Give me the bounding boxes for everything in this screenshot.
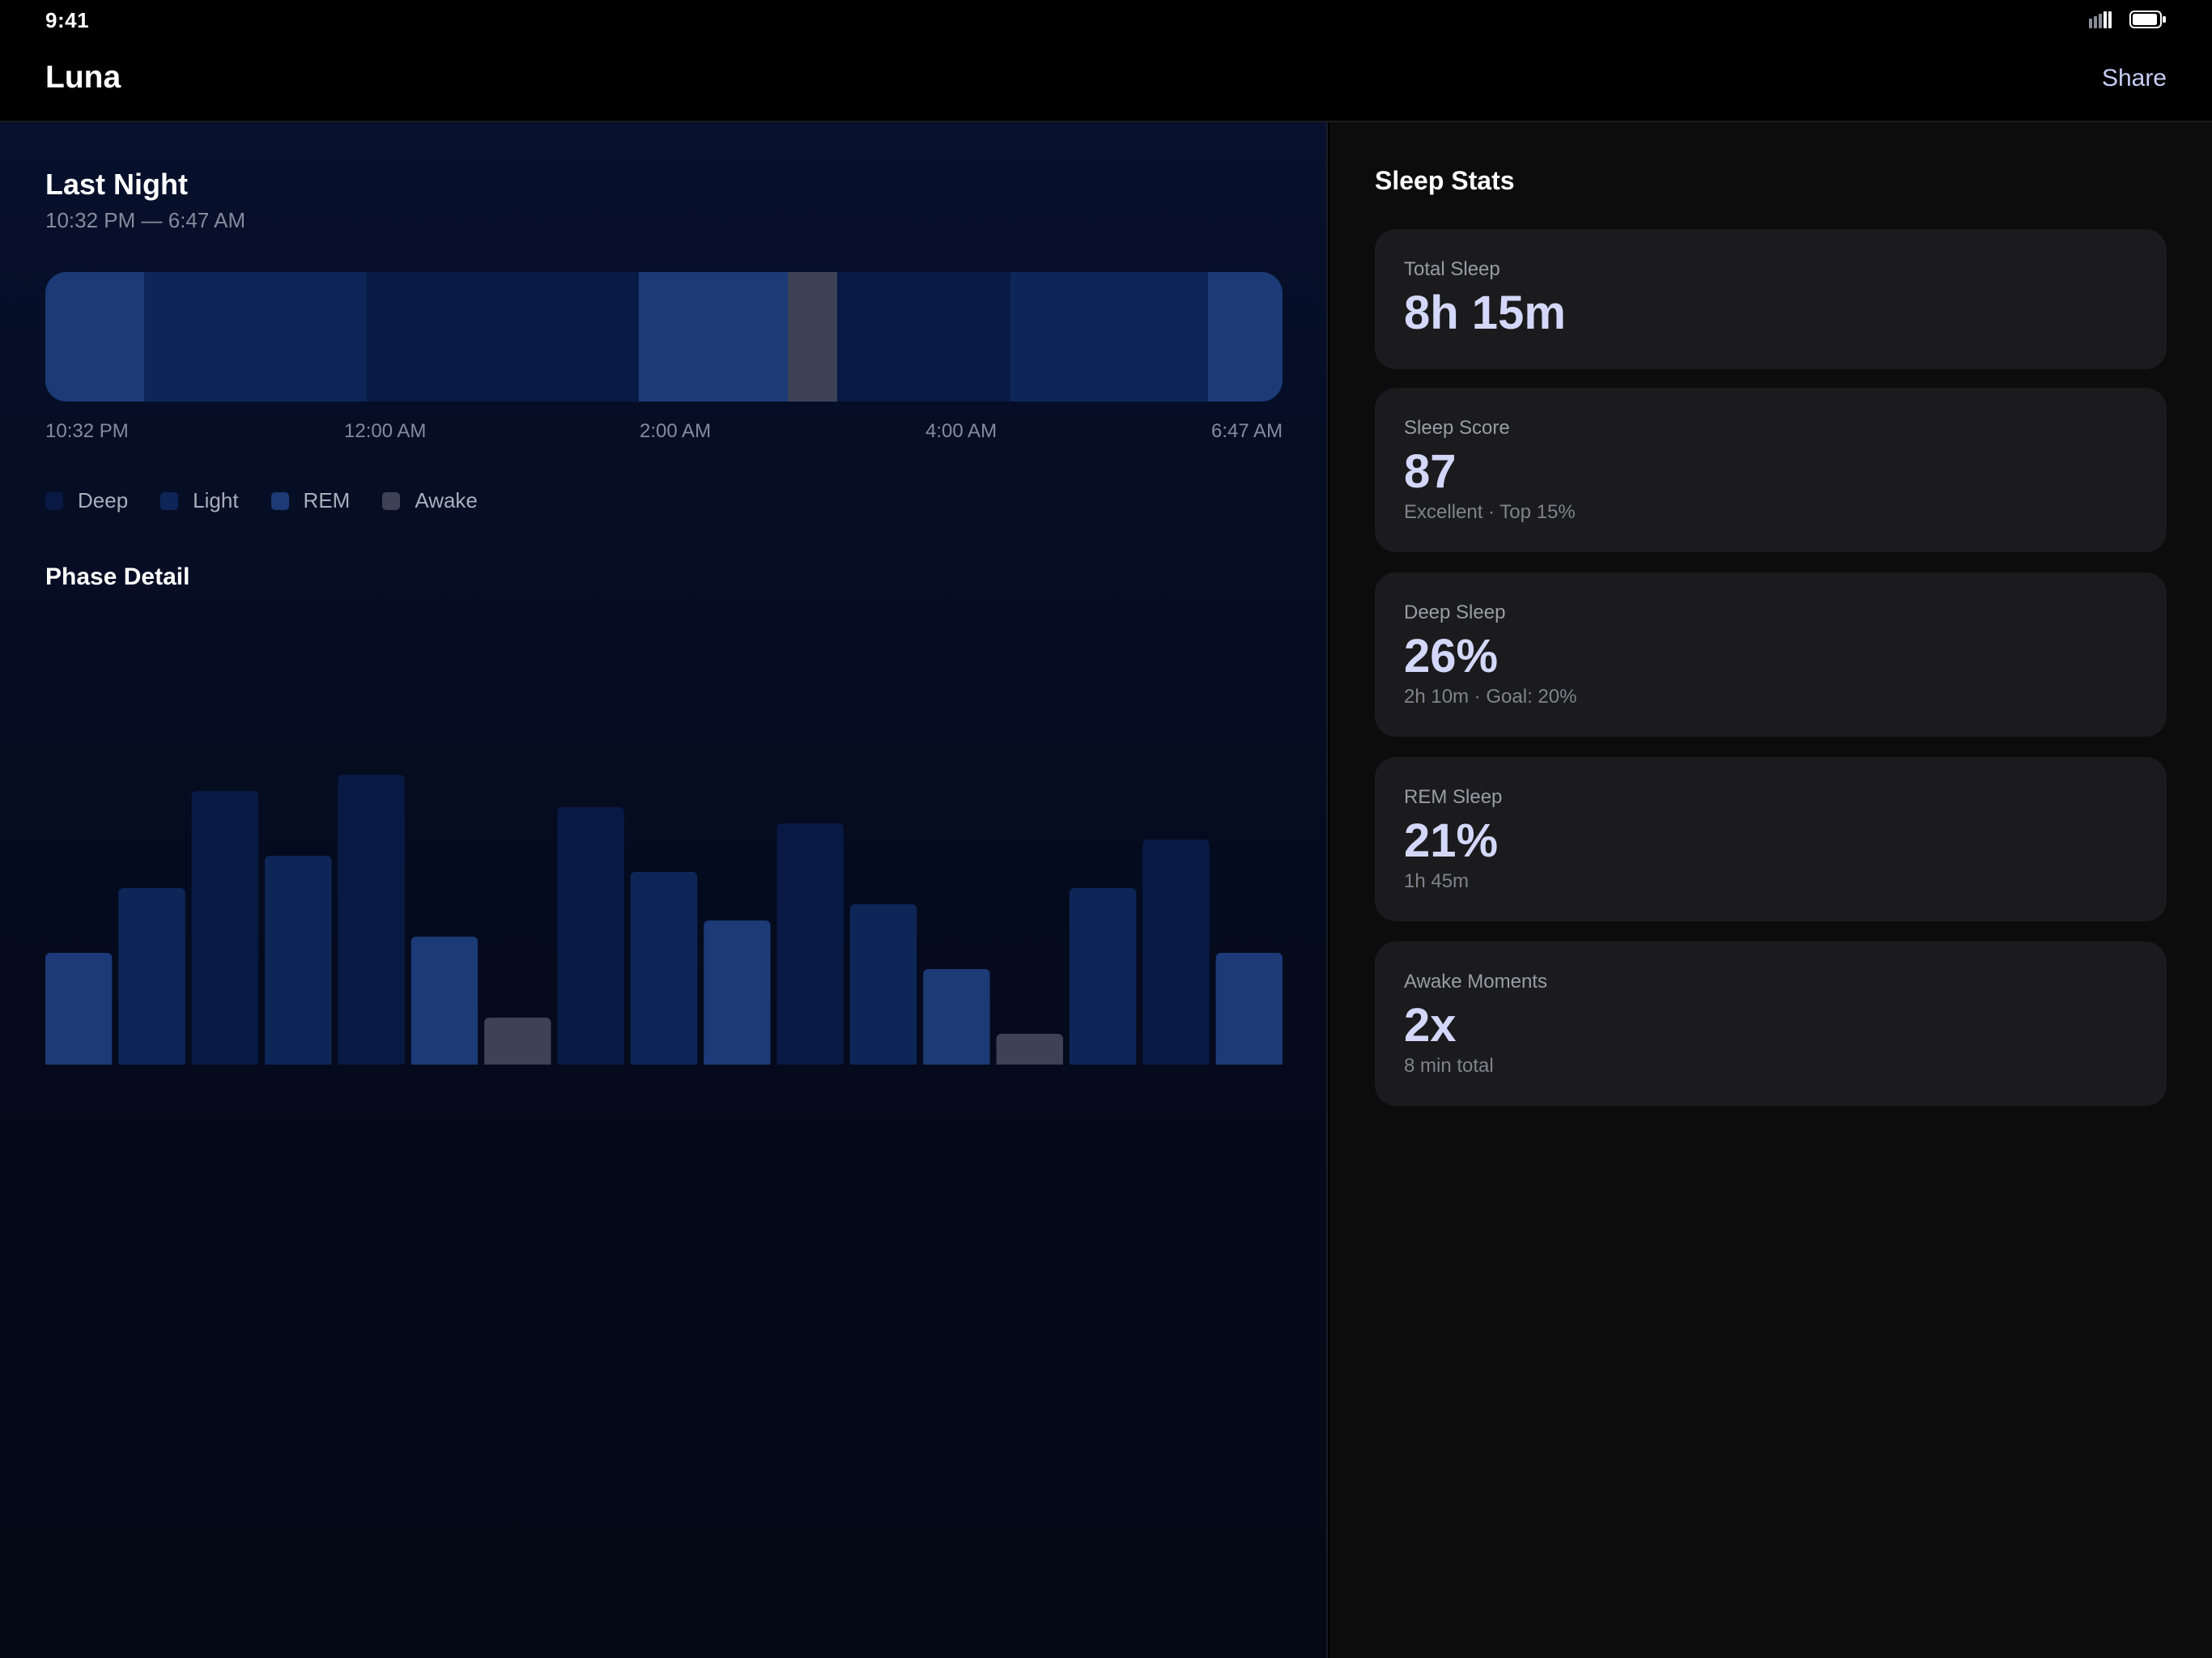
legend-item-light: Light — [160, 488, 239, 513]
timeline-segment-rem — [45, 272, 145, 402]
stat-card-awake-moments[interactable]: Awake Moments 2x 8 min total — [1375, 942, 2167, 1106]
phase-bar-rem — [410, 937, 479, 1065]
stat-value: 87 — [1404, 445, 1457, 498]
status-icons — [2089, 11, 2167, 28]
stat-subtext: 8 min total — [1404, 1055, 1494, 1077]
sleep-timeline — [45, 272, 1283, 402]
stat-value: 2x — [1404, 999, 1457, 1052]
timeline-segment-light — [144, 272, 368, 402]
stat-subtext: 2h 10m · Goal: 20% — [1404, 686, 1577, 708]
tick-label-start: 10:32 PM — [45, 420, 129, 442]
legend-swatch-rem — [270, 491, 289, 510]
timeline-segment-light — [1010, 272, 1209, 402]
tick-label-2am: 2:00 AM — [640, 420, 712, 442]
app-root: 9:41 Luna Share Last Night 10:32 PM — 6:… — [0, 0, 2212, 1658]
phase-bar-light — [849, 904, 917, 1065]
legend-label: Deep — [78, 488, 129, 512]
tick-label-4am: 4:00 AM — [925, 420, 998, 442]
status-bar: 9:41 — [0, 0, 2212, 40]
share-button[interactable]: Share — [2102, 65, 2167, 92]
last-night-title: Last Night — [45, 168, 188, 201]
stat-card-rem-sleep[interactable]: REM Sleep 21% 1h 45m — [1375, 757, 2167, 921]
stat-subtext: 1h 45m — [1404, 870, 1470, 892]
timeline-segment-deep — [367, 272, 640, 402]
sleep-stats-pane: Sleep Stats Total Sleep 8h 15m Sleep Sco… — [1329, 122, 2212, 1658]
phase-bar-light — [630, 872, 698, 1065]
timeline-segment-deep — [836, 272, 1010, 402]
legend-item-deep: Deep — [45, 488, 128, 513]
phase-bar-deep — [557, 807, 624, 1065]
timeline-segment-rem — [639, 272, 788, 402]
tick-label-midnight: 12:00 AM — [344, 420, 427, 442]
phase-bar-light — [1069, 888, 1137, 1065]
phase-detail-chart — [45, 775, 1283, 1065]
status-time: 9:41 — [45, 8, 90, 32]
legend-item-rem: REM — [270, 488, 351, 513]
phase-bar-awake — [484, 1018, 551, 1065]
stat-label: Deep Sleep — [1404, 602, 1506, 623]
battery-icon — [2129, 11, 2166, 28]
stat-value: 21% — [1404, 814, 1499, 867]
phase-bar-deep — [191, 791, 259, 1065]
phase-bar-rem — [45, 953, 113, 1065]
stat-card-deep-sleep[interactable]: Deep Sleep 26% 2h 10m · Goal: 20% — [1375, 572, 2167, 737]
legend-label: Light — [193, 488, 239, 512]
legend-swatch-deep — [45, 491, 63, 510]
timeline-segment-rem — [1208, 272, 1283, 402]
legend-label: Awake — [415, 488, 478, 512]
timeline-segment-awake — [787, 272, 837, 402]
stat-value: 26% — [1404, 630, 1499, 682]
nav-bar: Luna Share — [0, 40, 2212, 122]
stat-subtext: Excellent · Top 15% — [1404, 501, 1576, 523]
stat-label: REM Sleep — [1404, 786, 1503, 808]
tick-label-end: 6:47 AM — [1211, 420, 1283, 442]
phase-bar-awake — [996, 1034, 1063, 1065]
stat-value: 8h 15m — [1404, 287, 1566, 339]
legend-swatch-light — [160, 491, 179, 510]
sleep-overview-pane: Last Night 10:32 PM — 6:47 AM 10:32 PM 1… — [0, 122, 1328, 1658]
app-title: Luna — [45, 60, 121, 95]
stat-card-total-sleep[interactable]: Total Sleep 8h 15m — [1375, 229, 2167, 369]
phase-bar-deep — [1142, 840, 1210, 1065]
phase-bar-deep — [776, 823, 844, 1065]
time-range: 10:32 PM — 6:47 AM — [45, 208, 246, 232]
stat-label: Sleep Score — [1404, 417, 1510, 439]
phase-legend: Deep Light REM Awake — [45, 488, 510, 513]
stat-card-sleep-score[interactable]: Sleep Score 87 Excellent · Top 15% — [1375, 388, 2167, 552]
phase-bar-deep — [338, 775, 405, 1065]
phase-bar-light — [265, 856, 332, 1065]
sleep-stats-title: Sleep Stats — [1375, 166, 1515, 195]
phase-bar-light — [118, 888, 185, 1065]
legend-label: REM — [303, 488, 351, 512]
phase-bar-rem — [1215, 953, 1283, 1065]
stat-label: Total Sleep — [1404, 258, 1500, 280]
phase-bar-rem — [704, 920, 771, 1065]
phase-bar-rem — [923, 969, 990, 1065]
legend-item-awake: Awake — [382, 488, 478, 513]
stat-label: Awake Moments — [1404, 971, 1547, 993]
signal-icon — [2089, 11, 2112, 28]
legend-swatch-awake — [382, 491, 401, 510]
phase-detail-title: Phase Detail — [45, 563, 190, 590]
